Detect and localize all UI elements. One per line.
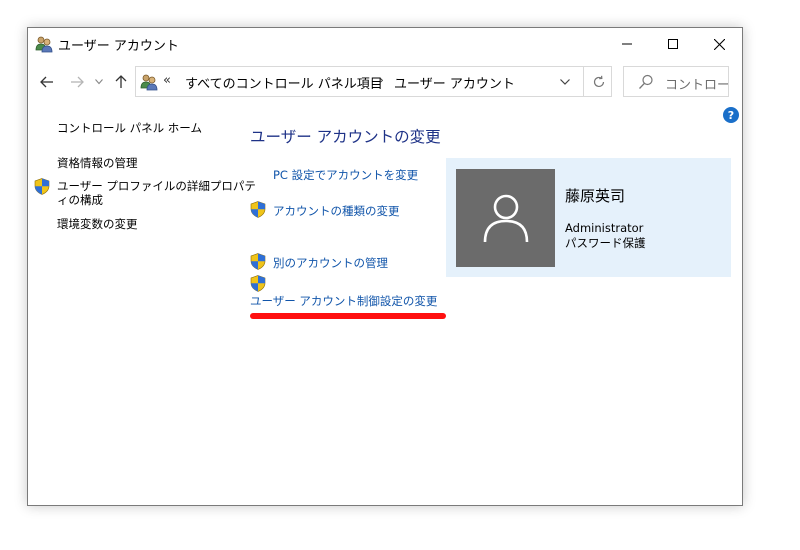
sidebar-item-advanced-user-profile[interactable]: ユーザー プロファイルの詳細プロパテ ィの構成	[57, 179, 256, 207]
search-icon	[639, 74, 653, 89]
uac-shield-icon	[250, 275, 266, 292]
recent-locations-button[interactable]	[92, 65, 106, 99]
forward-arrow-icon	[71, 76, 84, 88]
avatar[interactable]	[456, 169, 555, 267]
help-button[interactable]: ?	[723, 107, 739, 123]
chevron-down-icon	[560, 78, 570, 85]
sidebar-item-label: ユーザー プロファイルの詳細プロパテ	[57, 179, 256, 193]
close-icon	[713, 38, 725, 50]
user-accounts-icon	[140, 74, 158, 91]
sidebar-item-control-panel-home[interactable]: コントロール パネル ホーム	[57, 121, 202, 135]
window-title: ユーザー アカウント	[58, 39, 179, 54]
breadcrumb-user-accounts[interactable]: ユーザー アカウント	[394, 73, 515, 92]
title-bar[interactable]: ユーザー アカウント	[28, 28, 742, 60]
red-highlight-underline	[250, 313, 446, 319]
user-accounts-icon	[35, 36, 53, 53]
back-button[interactable]	[36, 65, 58, 99]
task-link-manage-another-account[interactable]: 別のアカウントの管理	[273, 255, 388, 271]
breadcrumb-all-control-panel-items[interactable]: すべてのコントロール パネル項目	[185, 73, 383, 92]
account-panel: 藤原英司 Administrator パスワード保護	[446, 158, 731, 277]
maximize-button[interactable]	[650, 28, 696, 60]
search-input[interactable]: コントロー...	[665, 74, 728, 93]
back-arrow-icon	[40, 76, 53, 88]
account-type-label: Administrator	[565, 221, 644, 235]
sidebar-item-change-environment-variables[interactable]: 環境変数の変更	[57, 217, 138, 231]
up-arrow-icon	[115, 75, 127, 88]
uac-shield-icon	[250, 253, 266, 270]
sidebar-item-label: ィの構成	[57, 193, 103, 207]
task-link-change-account-type[interactable]: アカウントの種類の変更	[273, 203, 400, 219]
task-link-change-uac-settings[interactable]: ユーザー アカウント制御設定の変更	[250, 293, 437, 309]
task-link-change-account-in-pc-settings[interactable]: PC 設定でアカウントを変更	[273, 167, 418, 183]
uac-shield-icon	[34, 178, 50, 195]
chevron-down-icon	[95, 79, 103, 85]
uac-shield-icon	[250, 201, 266, 218]
minimize-button[interactable]	[604, 28, 650, 60]
up-button[interactable]	[111, 65, 131, 99]
account-name: 藤原英司	[565, 187, 626, 205]
refresh-button[interactable]	[583, 67, 613, 96]
sidebar-item-manage-credentials[interactable]: 資格情報の管理	[57, 156, 138, 170]
breadcrumb-separator[interactable]: ›	[379, 73, 384, 87]
minimize-icon	[622, 43, 632, 45]
address-dropdown-button[interactable]	[552, 67, 578, 96]
forward-button[interactable]	[66, 65, 88, 99]
breadcrumb-overflow-button[interactable]: «	[163, 73, 171, 88]
page-title: ユーザー アカウントの変更	[250, 128, 441, 146]
refresh-icon	[593, 75, 604, 87]
address-bar[interactable]: « すべてのコントロール パネル項目 › ユーザー アカウント	[135, 66, 612, 97]
password-status-label: パスワード保護	[565, 236, 646, 250]
maximize-icon	[668, 39, 678, 49]
user-silhouette-icon	[483, 194, 528, 243]
close-button[interactable]	[696, 28, 742, 60]
search-box[interactable]: コントロー...	[623, 66, 729, 97]
control-panel-window: ユーザー アカウント « すべてのコントロール パネル項目 › ユーザー アカウ…	[27, 27, 743, 506]
